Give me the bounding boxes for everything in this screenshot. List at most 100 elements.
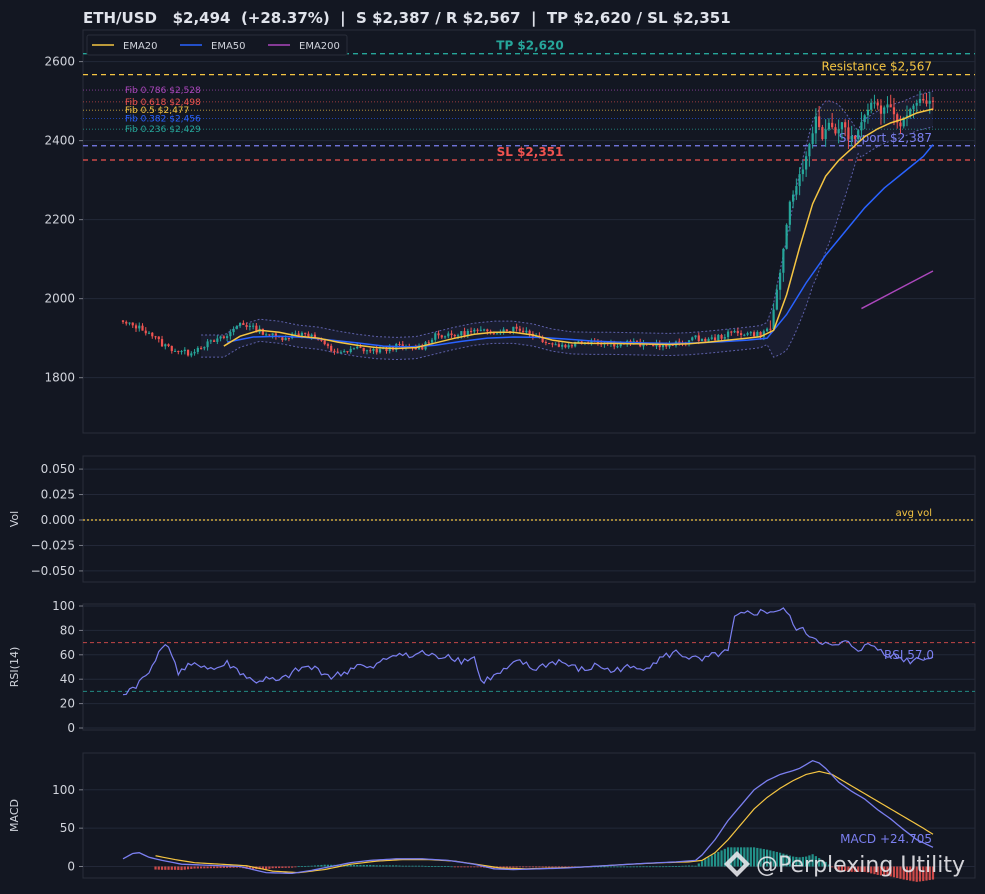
macd-histogram-bar bbox=[619, 866, 622, 868]
candle-body bbox=[440, 335, 443, 338]
candle-body bbox=[818, 116, 821, 128]
candle-body bbox=[782, 248, 785, 273]
macd-histogram-bar bbox=[437, 866, 440, 867]
macd-histogram-bar bbox=[665, 866, 668, 868]
candle-body bbox=[199, 347, 203, 349]
candle-body bbox=[922, 98, 925, 101]
macd-histogram-bar bbox=[356, 864, 359, 867]
macd-histogram-bar bbox=[697, 863, 700, 867]
macd-histogram-bar bbox=[551, 866, 554, 868]
volume-axis-tick-label: 0.000 bbox=[41, 513, 75, 527]
candle-body bbox=[147, 332, 151, 334]
level-label-tp: TP $2,620 bbox=[496, 39, 563, 53]
macd-histogram-bar bbox=[626, 866, 629, 868]
candle-body bbox=[730, 331, 733, 333]
macd-histogram-bar bbox=[414, 865, 417, 867]
candle-body bbox=[704, 338, 707, 342]
candle-body bbox=[453, 335, 456, 337]
macd-histogram-bar bbox=[456, 866, 460, 868]
candle-body bbox=[203, 347, 206, 349]
candle-body bbox=[918, 98, 922, 103]
rsi-axis-tick-label: 60 bbox=[60, 648, 75, 662]
candle-body bbox=[356, 346, 359, 349]
candle-body bbox=[352, 348, 356, 350]
macd-histogram-bar bbox=[535, 866, 538, 868]
candle-body bbox=[765, 328, 769, 332]
candle-body bbox=[430, 339, 434, 343]
macd-histogram-bar bbox=[265, 866, 268, 870]
macd-histogram-bar bbox=[212, 866, 216, 869]
macd-histogram-bar bbox=[274, 866, 277, 869]
macd-histogram-bar bbox=[479, 866, 482, 868]
candle-body bbox=[792, 194, 795, 202]
candle-body bbox=[746, 333, 749, 335]
candle-body bbox=[265, 334, 268, 336]
level-label-sl: SL $2,351 bbox=[497, 145, 564, 159]
candle-body bbox=[252, 325, 255, 327]
macd-histogram-bar bbox=[391, 865, 395, 867]
candle-body bbox=[886, 104, 889, 108]
macd-histogram-bar bbox=[349, 864, 352, 867]
macd-histogram-bar bbox=[291, 866, 294, 868]
macd-histogram-bar bbox=[548, 866, 551, 868]
candle-body bbox=[713, 337, 717, 341]
rsi-ylabel: RSI(14) bbox=[8, 647, 21, 687]
candle-body bbox=[834, 127, 837, 134]
candle-body bbox=[824, 129, 827, 140]
macd-histogram-bar bbox=[310, 865, 313, 867]
candle-body bbox=[225, 336, 229, 338]
candle-body bbox=[805, 156, 808, 170]
candle-body bbox=[733, 331, 736, 333]
candle-body bbox=[479, 329, 482, 331]
candle-body bbox=[151, 332, 154, 337]
candle-body bbox=[164, 344, 167, 347]
macd-histogram-bar bbox=[460, 866, 463, 868]
candle-body bbox=[723, 337, 726, 339]
candle-body bbox=[769, 328, 772, 330]
rsi-axis-tick-label: 0 bbox=[67, 721, 75, 735]
candle-body bbox=[219, 336, 222, 339]
candle-body bbox=[216, 338, 219, 342]
macd-histogram-bar bbox=[528, 866, 531, 868]
macd-histogram-bar bbox=[622, 866, 626, 868]
candle-body bbox=[811, 133, 814, 145]
candle-body bbox=[840, 122, 844, 130]
macd-histogram-bar bbox=[544, 866, 547, 868]
candle-body bbox=[801, 169, 804, 175]
macd-histogram-bar bbox=[632, 866, 635, 868]
macd-histogram-bar bbox=[603, 866, 606, 868]
macd-histogram-bar bbox=[658, 866, 661, 868]
candle-body bbox=[720, 334, 723, 339]
macd-histogram-bar bbox=[613, 866, 616, 868]
candle-body bbox=[779, 272, 782, 290]
macd-histogram-bar bbox=[206, 866, 209, 869]
candle-body bbox=[190, 353, 193, 356]
macd-histogram-bar bbox=[297, 866, 300, 868]
candle-body bbox=[134, 325, 138, 329]
candle-body bbox=[473, 329, 476, 332]
candle-body bbox=[863, 115, 866, 123]
macd-histogram-bar bbox=[440, 866, 443, 867]
candle-body bbox=[694, 335, 697, 338]
candle-body bbox=[232, 328, 235, 333]
macd-histogram-bar bbox=[372, 865, 375, 867]
candle-body bbox=[320, 339, 323, 341]
candle-body bbox=[170, 345, 173, 351]
watermark: @Perplexing Utility bbox=[724, 851, 965, 878]
macd-histogram-bar bbox=[382, 865, 385, 867]
candle-body bbox=[359, 346, 362, 348]
macd-histogram-bar bbox=[694, 865, 697, 867]
candle-body bbox=[710, 337, 713, 339]
candle-body bbox=[369, 350, 372, 352]
volume-axis-tick-label: −0.050 bbox=[31, 564, 75, 578]
macd-histogram-bar bbox=[300, 866, 304, 867]
volume-ylabel: Vol bbox=[8, 511, 21, 527]
macd-histogram-bar bbox=[668, 866, 671, 868]
candle-body bbox=[564, 344, 567, 348]
macd-histogram-bar bbox=[538, 866, 541, 868]
macd-histogram-bar bbox=[313, 865, 317, 867]
macd-histogram-bar bbox=[645, 866, 648, 868]
macd-histogram-bar bbox=[401, 865, 404, 867]
candle-body bbox=[229, 332, 232, 337]
macd-histogram-bar bbox=[307, 865, 310, 867]
